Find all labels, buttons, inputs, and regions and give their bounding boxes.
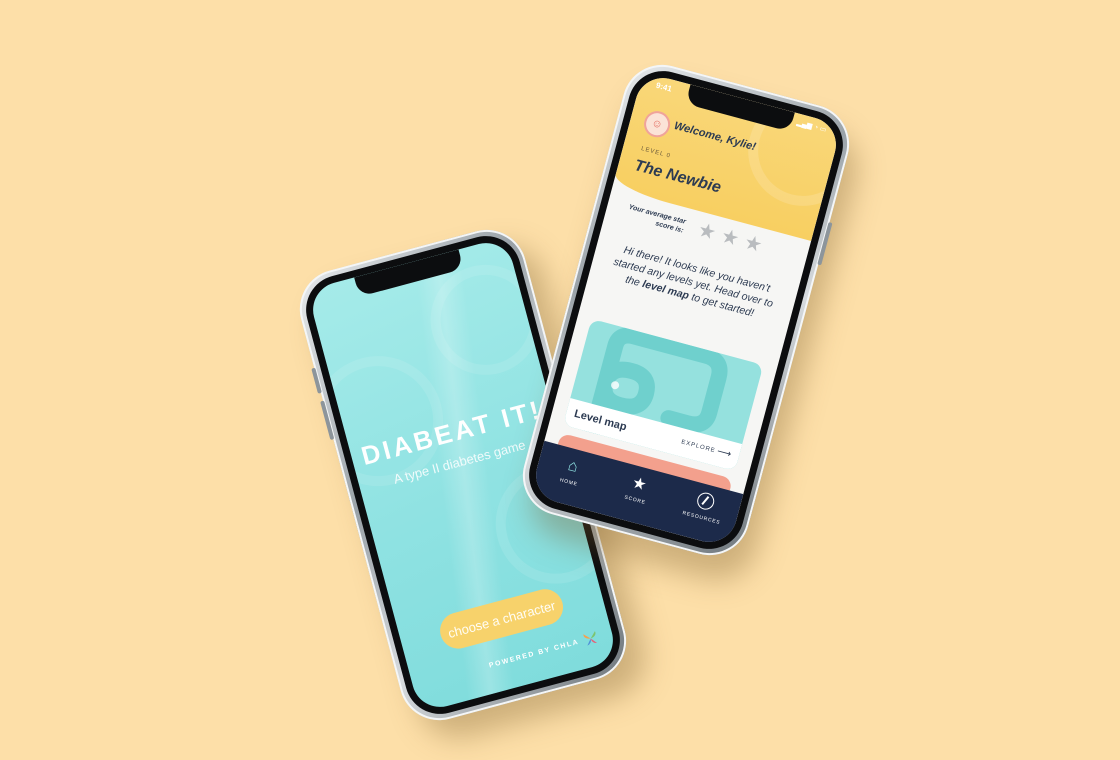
avatar[interactable]: ☺	[641, 108, 674, 141]
phone-home: 9:41 ▂▄▆ ◔ ▭ ☺ Welcome, Kylie! LEVEL 0 T…	[513, 55, 859, 565]
mockup-stage: DIABEAT IT! A type II diabetes game choo…	[0, 0, 1120, 760]
explore-link[interactable]: EXPLORE	[680, 439, 716, 454]
tab-home[interactable]: ⌂ HOME	[539, 450, 604, 494]
welcome-text: Welcome, Kylie!	[672, 119, 758, 154]
level-name: The Newbie	[632, 157, 723, 197]
star-icon: ★	[695, 218, 719, 245]
score-label: Your average star score is:	[627, 203, 687, 235]
phone-side-button	[311, 367, 322, 394]
level-map-title: Level map	[572, 407, 628, 434]
star-icon: ★	[718, 225, 742, 251]
star-icon: ★	[741, 231, 765, 258]
chla-logo-icon	[583, 631, 598, 646]
status-time: 9:41	[655, 80, 673, 94]
compass-icon	[695, 490, 717, 512]
arrow-right-icon[interactable]: ⟶	[716, 446, 733, 460]
tab-score[interactable]: ★ SCORE	[605, 467, 670, 511]
level-label: LEVEL 0	[640, 146, 672, 160]
tab-resources[interactable]: RESOURCES	[672, 485, 737, 529]
